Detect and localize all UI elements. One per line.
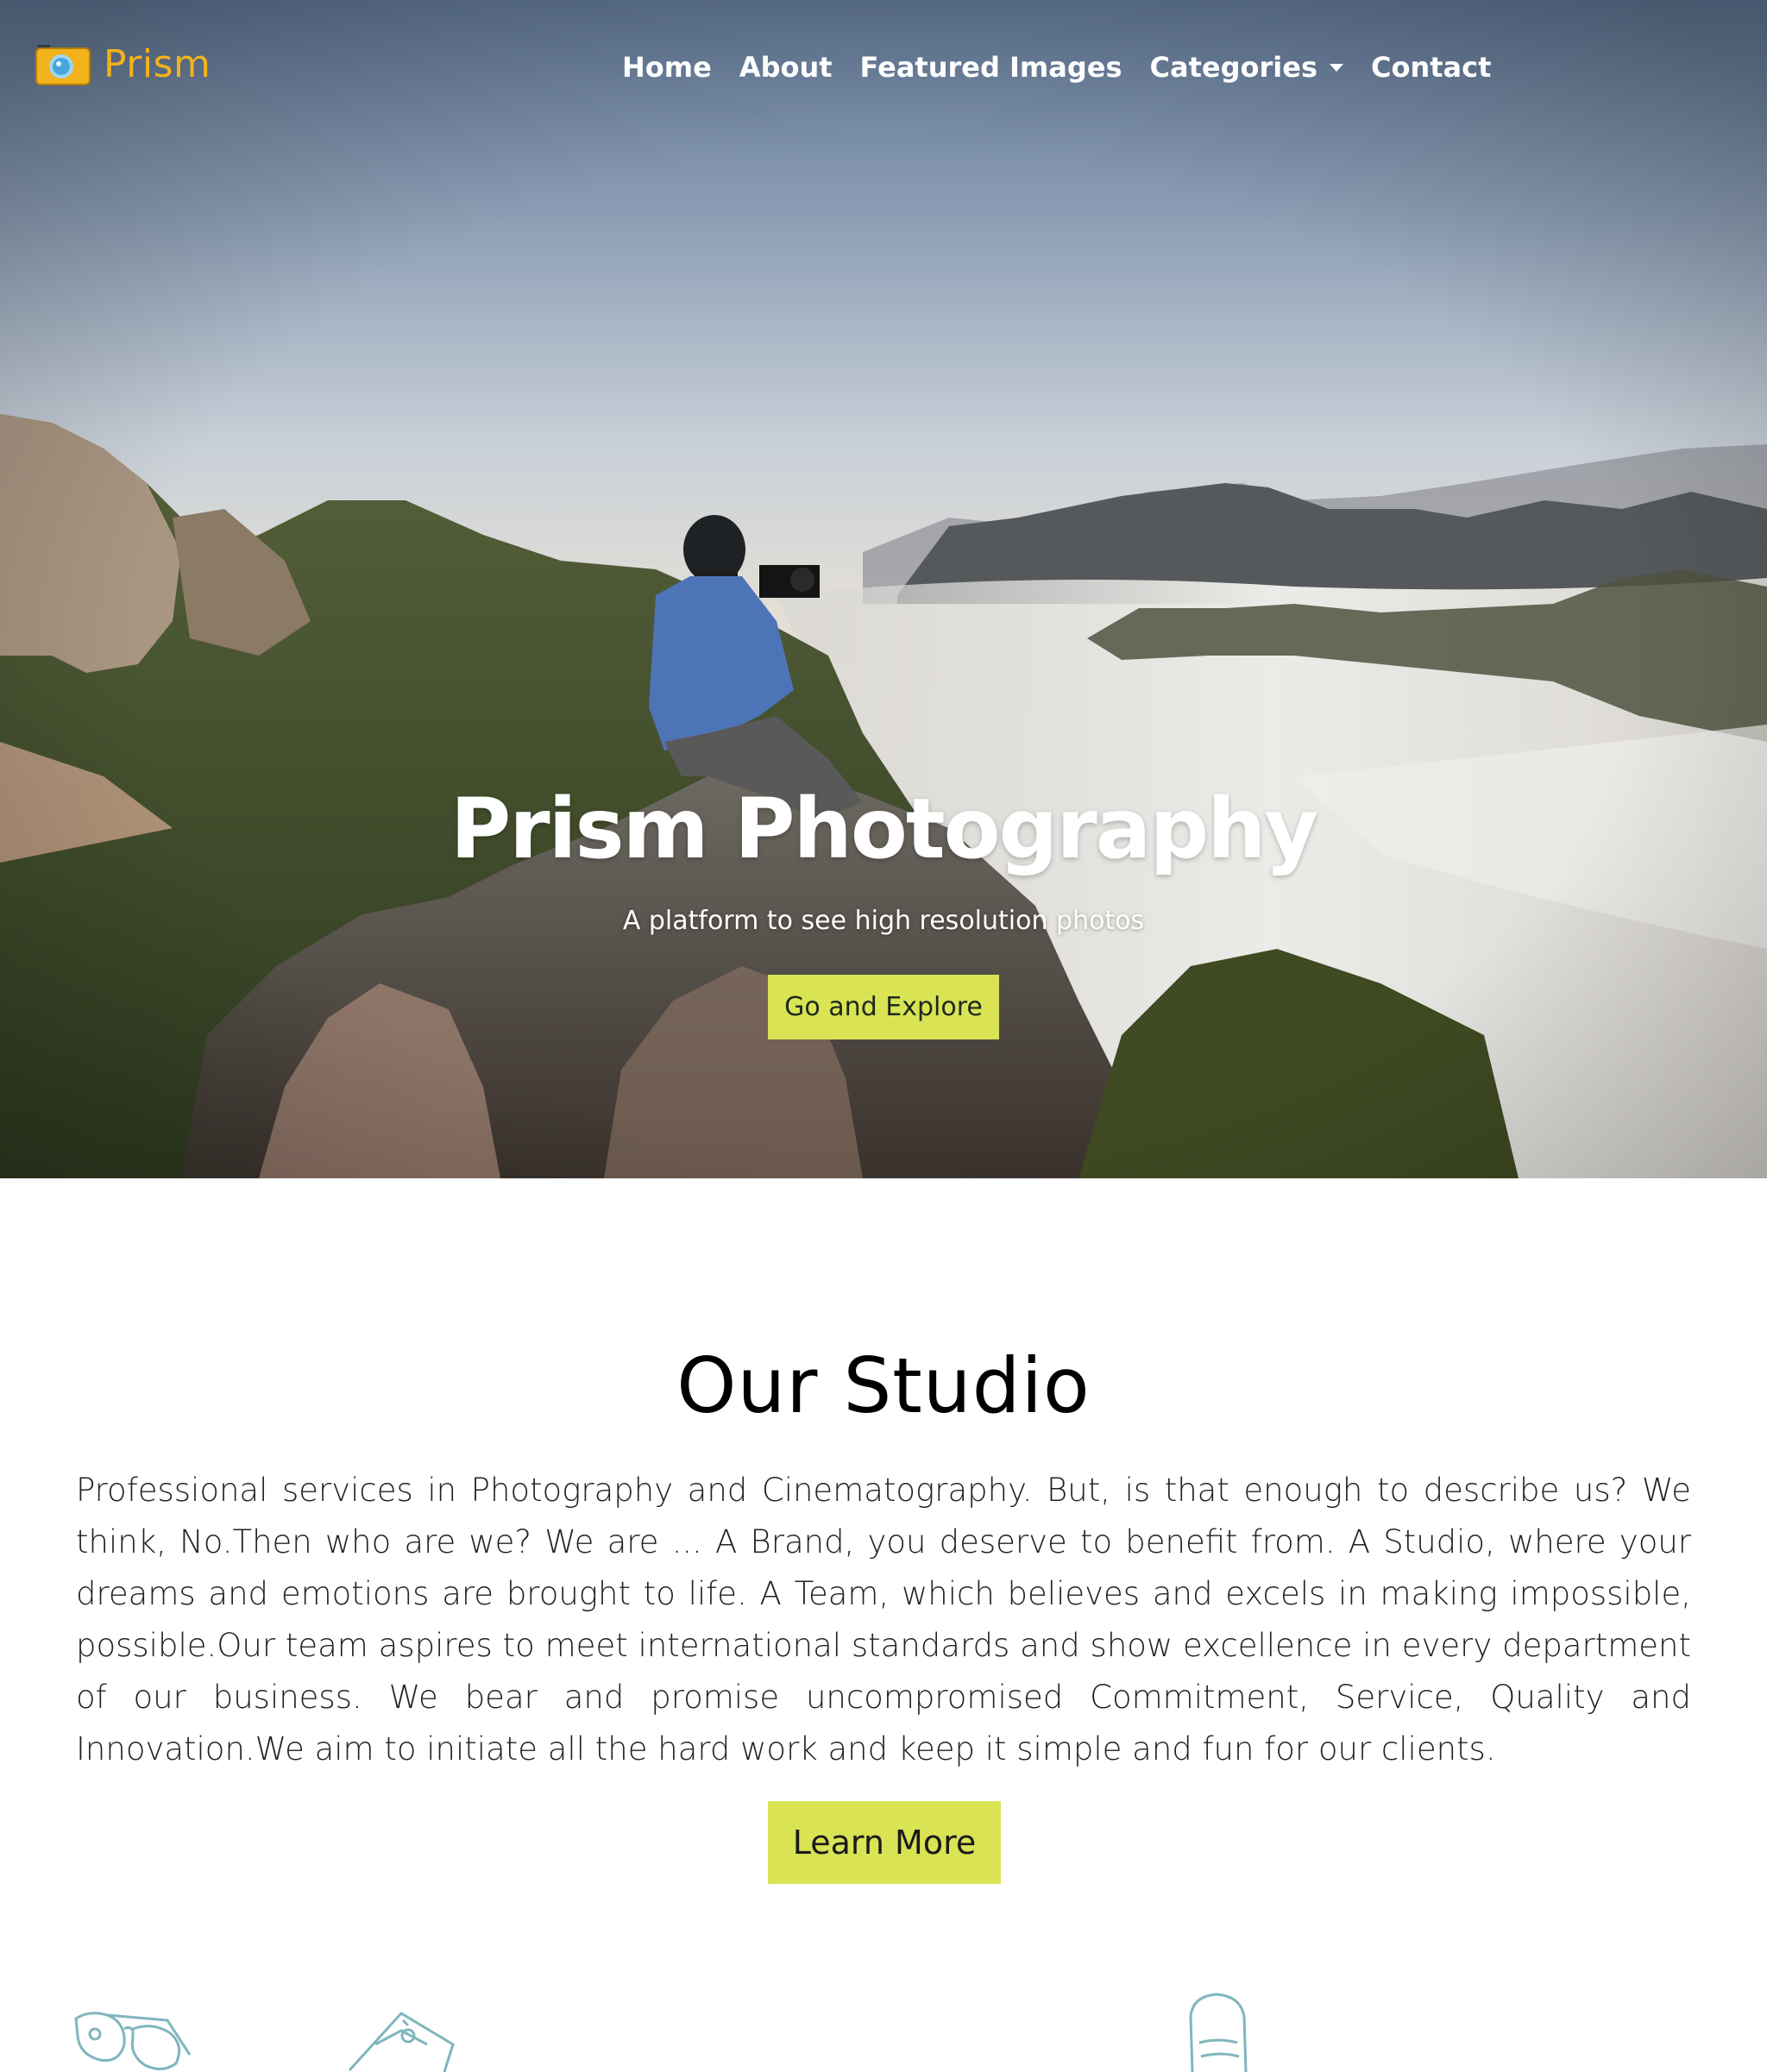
hero-subtitle: A platform to see high resolution photos: [622, 906, 1145, 936]
camera-sketch-icon: [348, 2012, 455, 2072]
nav-menu: Home About Featured Images Categories Co…: [608, 43, 1505, 91]
hero-section: Prism Home About Featured Images Categor…: [0, 0, 1767, 1178]
hero-title: Prism Photography: [450, 781, 1318, 877]
nav-dropdown-categories[interactable]: Categories: [1136, 51, 1357, 84]
nav-link-featured-images[interactable]: Featured Images: [846, 51, 1136, 84]
nav-link-home[interactable]: Home: [608, 51, 726, 84]
brand-link[interactable]: Prism: [35, 38, 211, 90]
nav-link-contact[interactable]: Contact: [1357, 51, 1505, 84]
caret-down-icon: [1329, 63, 1343, 72]
learn-more-button[interactable]: Learn More: [768, 1801, 1001, 1884]
brand-name: Prism: [104, 41, 211, 86]
nav-dropdown-categories-label: Categories: [1149, 51, 1317, 84]
navbar: Prism Home About Featured Images Categor…: [0, 0, 1767, 138]
bag-icon: [1189, 1993, 1248, 2072]
camera-icon: [35, 45, 91, 85]
go-and-explore-button[interactable]: Go and Explore: [768, 975, 999, 1039]
studio-title: Our Studio: [676, 1341, 1091, 1430]
studio-description: Professional services in Photography and…: [76, 1472, 1691, 1767]
nav-link-about[interactable]: About: [726, 51, 846, 84]
glasses-icon: [74, 2012, 192, 2070]
